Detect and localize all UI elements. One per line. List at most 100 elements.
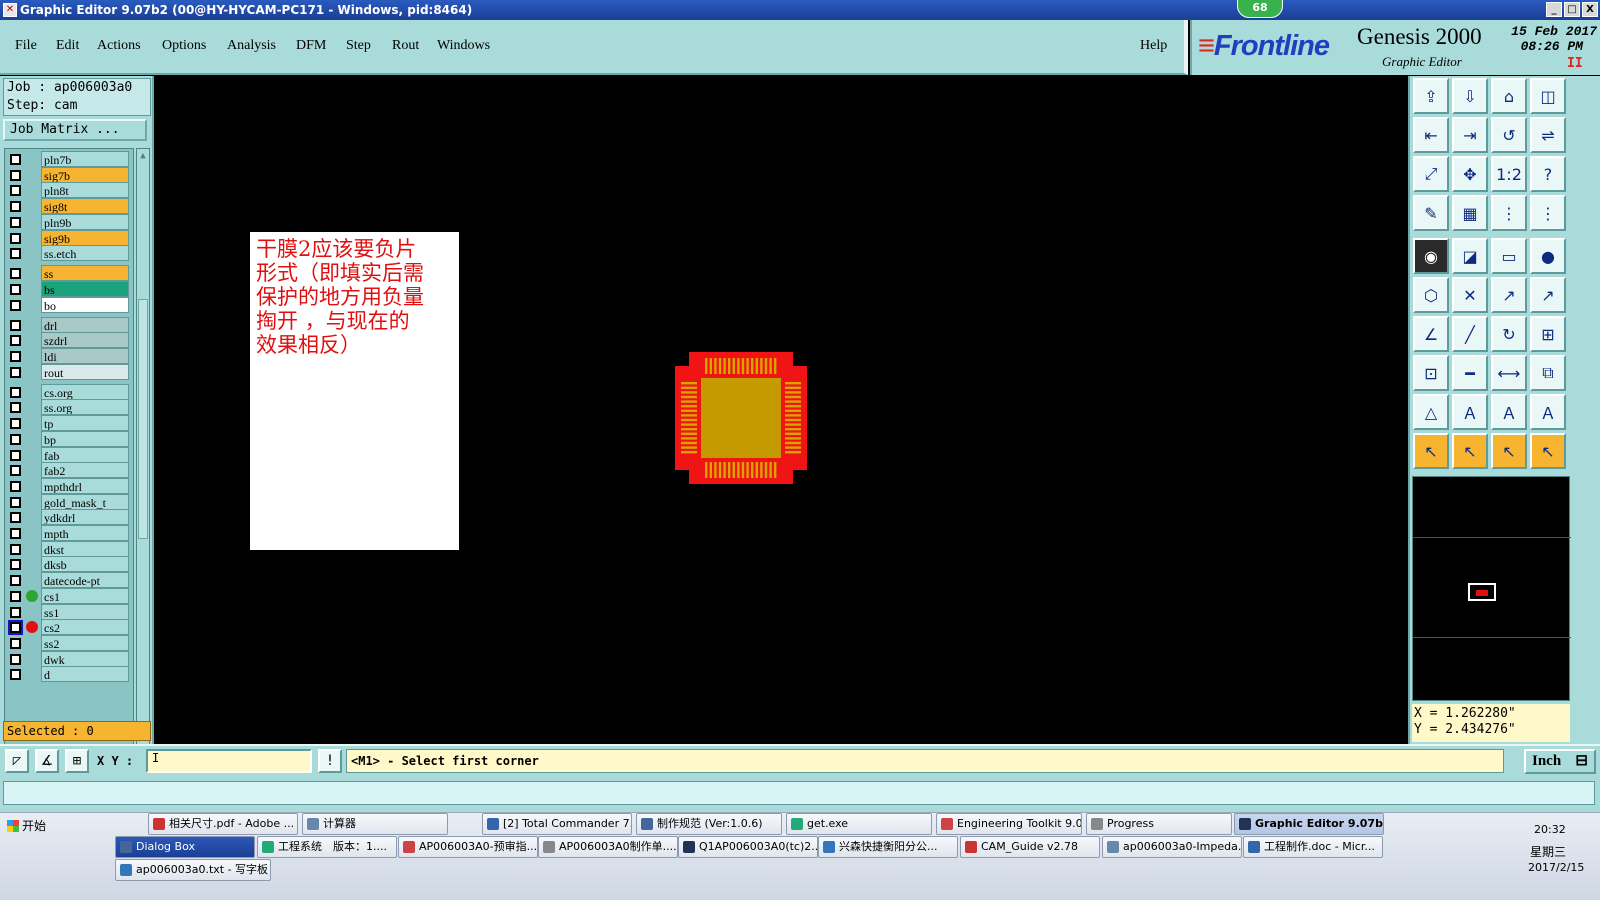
taskbar-button[interactable]: get.exe: [786, 813, 932, 835]
layer-row[interactable]: sig9b: [5, 229, 131, 246]
taskbar-button[interactable]: AP006003A0-预审指...: [398, 836, 538, 858]
layer-checkbox[interactable]: [10, 669, 21, 681]
scale-icon[interactable]: 1:2: [1491, 156, 1527, 192]
layer-row[interactable]: ss.etch: [5, 245, 131, 262]
layer-row[interactable]: bp: [5, 430, 131, 447]
select-arrow-icon[interactable]: ↖: [1413, 433, 1449, 469]
menu-step[interactable]: Step: [346, 38, 371, 54]
layer-name[interactable]: dkst: [41, 540, 129, 557]
taskbar-button[interactable]: 工程系统 版本：1....: [257, 836, 397, 858]
layer-row[interactable]: d: [5, 666, 131, 683]
delete-icon[interactable]: ✕: [1452, 277, 1488, 313]
units-selector[interactable]: Inch ⊟: [1524, 749, 1596, 774]
layer-checkbox[interactable]: [10, 319, 21, 331]
layer-name[interactable]: datecode-pt: [41, 572, 129, 589]
scroll-up-icon[interactable]: ▲: [138, 150, 148, 162]
layer-checkbox[interactable]: [10, 653, 21, 665]
layer-name[interactable]: bs: [41, 280, 129, 297]
taskbar-button[interactable]: 兴森快捷衡阳分公...: [818, 836, 958, 858]
rotate-icon[interactable]: ↻: [1491, 316, 1527, 352]
layer-row[interactable]: fab: [5, 446, 131, 463]
layer-checkbox[interactable]: [10, 299, 21, 311]
layer-name[interactable]: cs2: [41, 619, 129, 636]
taskbar-button[interactable]: ap006003a0.txt - 写字板: [115, 859, 271, 881]
menu-dfm[interactable]: DFM: [296, 38, 326, 54]
snap-icon[interactable]: ◸: [5, 749, 29, 773]
layer-row[interactable]: bs: [5, 280, 131, 297]
layer-checkbox[interactable]: [10, 465, 21, 477]
layer-checkbox[interactable]: [10, 154, 21, 165]
layer-name[interactable]: mpth: [41, 525, 129, 541]
minimap-view-box[interactable]: [1468, 583, 1496, 601]
layer-row[interactable]: ss2: [5, 634, 131, 651]
layer-row[interactable]: gold_mask_t: [5, 493, 131, 510]
triangle-red-icon[interactable]: △: [1413, 394, 1449, 430]
menu-rout[interactable]: Rout: [392, 38, 419, 54]
layer-checkbox[interactable]: [10, 433, 21, 445]
layer-name[interactable]: ss.etch: [41, 245, 129, 262]
menu-help[interactable]: Help: [1140, 38, 1167, 54]
layer-name[interactable]: ss.org: [41, 399, 129, 416]
maximize-button[interactable]: □: [1564, 2, 1580, 17]
layer-name[interactable]: drl: [41, 316, 129, 333]
mirror-icon[interactable]: ⊞: [1530, 316, 1566, 352]
angle-icon[interactable]: ∡: [35, 749, 59, 773]
ruler-icon[interactable]: ▭: [1491, 238, 1527, 274]
menu-windows[interactable]: Windows: [437, 38, 490, 54]
draw-rectangle-icon[interactable]: ◪: [1452, 238, 1488, 274]
layer-name[interactable]: tp: [41, 415, 129, 432]
toggle-view-icon[interactable]: ⇌: [1530, 117, 1566, 153]
layer-name[interactable]: pln7b: [41, 151, 129, 167]
layer-row[interactable]: drl: [5, 316, 131, 333]
layer-row[interactable]: mpthdrl: [5, 477, 131, 494]
layer-checkbox[interactable]: [10, 216, 21, 228]
home-icon[interactable]: ⌂: [1491, 78, 1527, 114]
layer-row[interactable]: dkst: [5, 540, 131, 557]
layer-checkbox[interactable]: [10, 201, 21, 213]
layer-name[interactable]: sig9b: [41, 229, 129, 246]
layer-checkbox[interactable]: [10, 248, 21, 260]
layer-name[interactable]: dksb: [41, 556, 129, 573]
layer-name[interactable]: ss1: [41, 603, 129, 620]
layer-row[interactable]: cs2: [5, 619, 131, 636]
layer-checkbox[interactable]: [10, 449, 21, 461]
angle-line-icon[interactable]: ∠: [1413, 316, 1449, 352]
layer-checkbox[interactable]: [10, 512, 21, 524]
layer-name[interactable]: ldi: [41, 348, 129, 364]
layer-row[interactable]: dksb: [5, 556, 131, 573]
mini-map[interactable]: [1412, 476, 1571, 701]
taskbar-button[interactable]: Engineering Toolkit 9.0...: [936, 813, 1082, 835]
layer-checkbox[interactable]: [10, 496, 21, 508]
layer-name[interactable]: mpthdrl: [41, 477, 129, 494]
move-icon[interactable]: ↗: [1491, 277, 1527, 313]
layer-name[interactable]: gold_mask_t: [41, 493, 129, 510]
menu-analysis[interactable]: Analysis: [227, 38, 276, 54]
zoom-out-icon[interactable]: ⇩: [1452, 78, 1488, 114]
add-pad-icon[interactable]: ⊡: [1413, 355, 1449, 391]
measure-wrench-icon[interactable]: ✎: [1413, 195, 1449, 231]
layer-checkbox[interactable]: [10, 480, 21, 492]
copy-icon[interactable]: ↗: [1530, 277, 1566, 313]
menu-file[interactable]: File: [15, 38, 37, 54]
route-icon[interactable]: ↖: [1530, 433, 1566, 469]
layer-row[interactable]: szdrl: [5, 332, 131, 349]
info-icon[interactable]: !: [318, 749, 342, 773]
grid-icon[interactable]: ▦: [1452, 195, 1488, 231]
layer-checkbox[interactable]: [8, 620, 23, 636]
menu-options[interactable]: Options: [162, 38, 206, 54]
layer-name[interactable]: ss2: [41, 634, 129, 651]
text-c-icon[interactable]: Ａ: [1530, 394, 1566, 430]
layer-name[interactable]: bp: [41, 430, 129, 447]
layer-checkbox[interactable]: [10, 351, 21, 362]
layer-row[interactable]: datecode-pt: [5, 572, 131, 589]
layer-checkbox[interactable]: [10, 418, 21, 430]
layer-checkbox[interactable]: [10, 268, 21, 280]
layer-checkbox[interactable]: [10, 543, 21, 555]
layer-name[interactable]: fab2: [41, 462, 129, 479]
grid-icon[interactable]: ⊞: [65, 749, 89, 773]
select-feature-icon[interactable]: ↖: [1452, 433, 1488, 469]
array-icon[interactable]: ⧉: [1530, 355, 1566, 391]
layer-row[interactable]: sig8t: [5, 198, 131, 215]
center-icon[interactable]: ✥: [1452, 156, 1488, 192]
layer-name[interactable]: sig7b: [41, 166, 129, 183]
